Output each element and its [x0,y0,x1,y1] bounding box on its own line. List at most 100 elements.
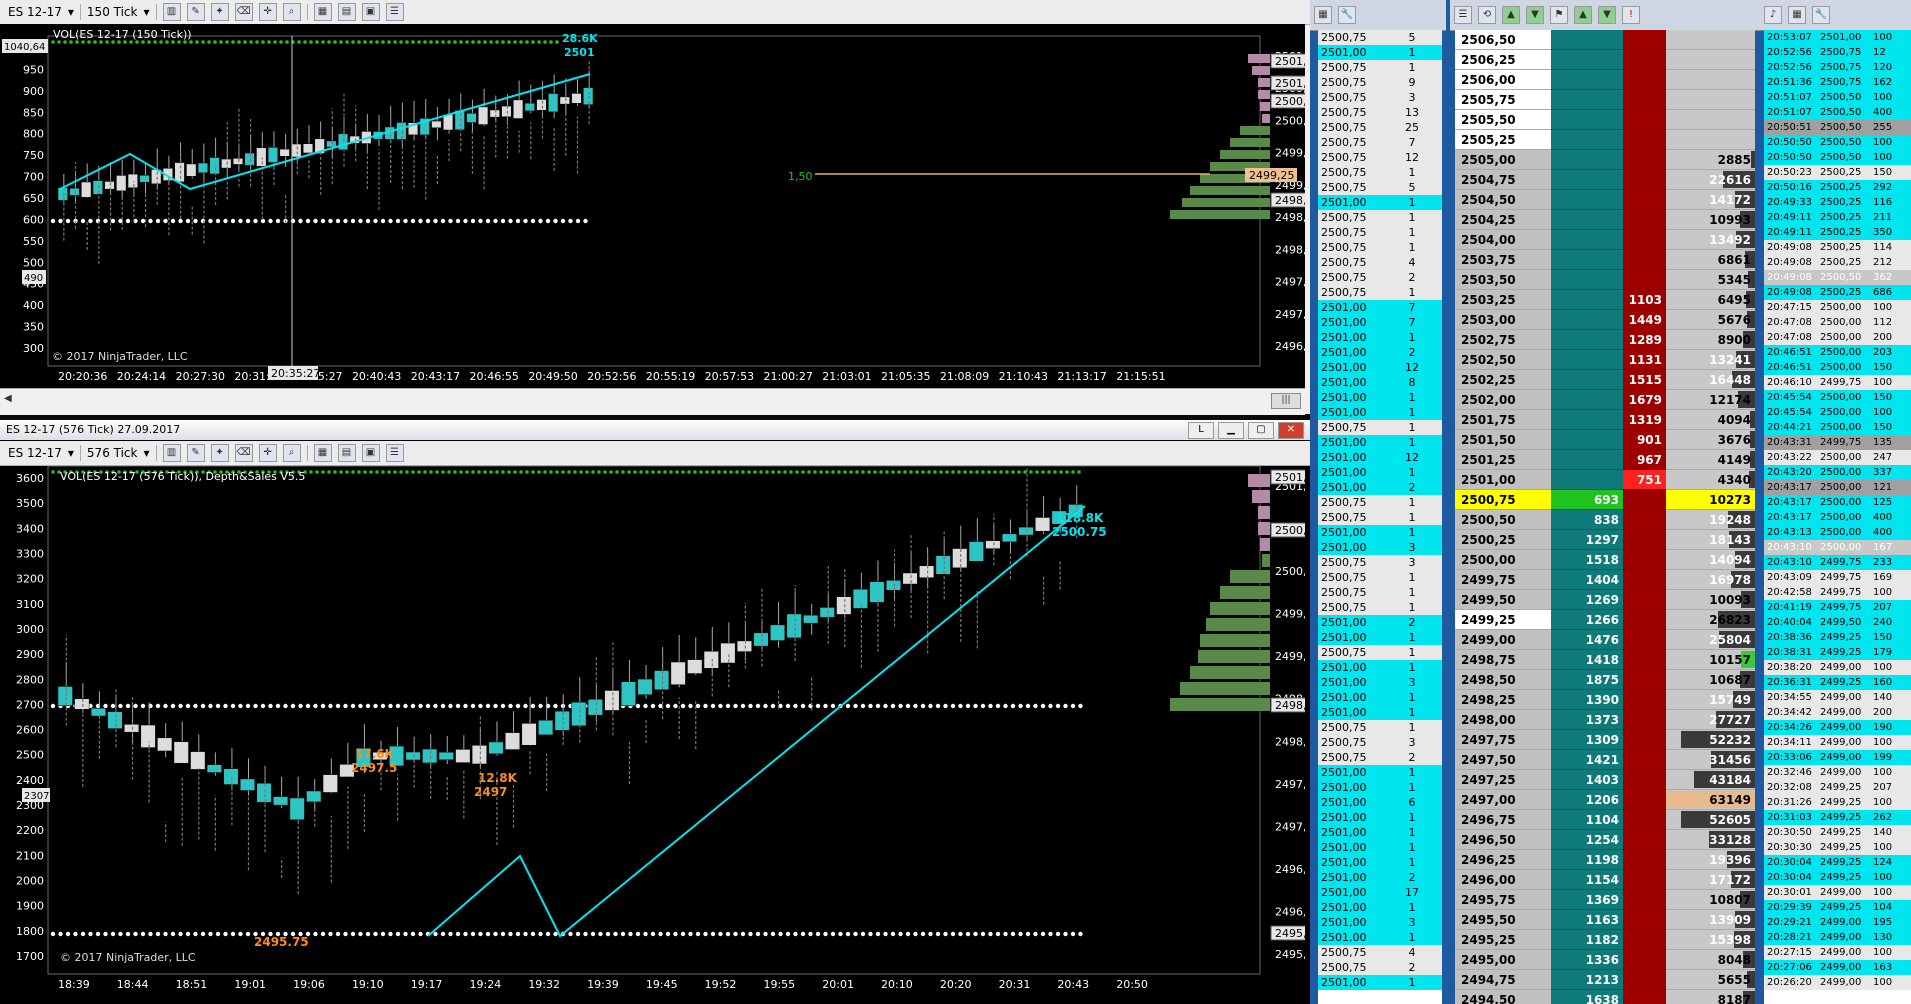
ladder-bid[interactable] [1551,230,1623,250]
ladder-price[interactable]: 2495,25 [1455,930,1551,950]
magic-wand-icon[interactable]: ✦ [210,3,229,21]
indicators-icon[interactable]: ▦ [313,444,332,462]
ladder-row[interactable]: 2503,50 5345 [1455,270,1755,290]
ladder-bid[interactable]: 1213 [1551,970,1623,990]
ladder-ask[interactable] [1623,630,1666,650]
buy-up-icon[interactable]: ▲ [1502,6,1520,24]
ladder-price[interactable]: 2498,50 [1455,670,1551,690]
ladder-bid[interactable] [1551,50,1623,70]
ladder-bid[interactable] [1551,350,1623,370]
bar-style-icon[interactable]: ▥ [162,3,181,21]
ladder-row[interactable]: 2499,00 1476 25804 [1455,630,1755,650]
ladder-row[interactable]: 2495,25 1182 15398 [1455,930,1755,950]
ladder-ask[interactable] [1623,990,1666,1004]
ladder-row[interactable]: 2494,50 1638 8187 [1455,990,1755,1004]
ladder-row[interactable]: 2505,75 [1455,90,1755,110]
ladder-bid[interactable]: 1309 [1551,730,1623,750]
ladder-bid[interactable]: 838 [1551,510,1623,530]
ladder-row[interactable]: 2499,75 1404 16978 [1455,570,1755,590]
ladder-price[interactable]: 2503,00 [1455,310,1551,330]
ladder-ask[interactable] [1623,570,1666,590]
ladder-ask[interactable] [1623,970,1666,990]
alert-icon[interactable]: ! [1622,6,1640,24]
ladder-price[interactable]: 2497,25 [1455,770,1551,790]
ladder-bid[interactable]: 1418 [1551,650,1623,670]
ladder-bid[interactable]: 1336 [1551,950,1623,970]
ladder-price[interactable]: 2504,00 [1455,230,1551,250]
ladder-price[interactable]: 2501,25 [1455,450,1551,470]
ladder-ask[interactable] [1623,730,1666,750]
ladder-ask[interactable] [1623,270,1666,290]
ladder-row[interactable]: 2506,00 [1455,70,1755,90]
scroll-thumb-icon[interactable]: ||| [1271,393,1301,409]
ladder-ask[interactable] [1623,650,1666,670]
ladder-ask[interactable] [1623,550,1666,570]
ladder-ask[interactable]: 1679 [1623,390,1666,410]
ladder-row[interactable]: 2504,25 10993 [1455,210,1755,230]
ladder-price[interactable]: 2494,50 [1455,990,1551,1004]
ladder-price[interactable]: 2499,25 [1455,610,1551,630]
ladder-bid[interactable] [1551,410,1623,430]
ladder-ask[interactable] [1623,670,1666,690]
ladder-ask[interactable] [1623,490,1666,510]
ladder-ask[interactable] [1623,30,1666,50]
ladder-bid[interactable]: 693 [1551,490,1623,510]
ladder-price[interactable]: 2502,25 [1455,370,1551,390]
ladder-bid[interactable] [1551,390,1623,410]
top-horizontal-scrollbar[interactable]: ◀ ||| [0,388,1305,415]
ladder-row[interactable]: 2498,50 1875 10687 [1455,670,1755,690]
ladder-ask[interactable] [1623,750,1666,770]
ladder-ask[interactable] [1623,250,1666,270]
ladder-bid[interactable]: 1206 [1551,790,1623,810]
instrument-select[interactable]: ES 12-17 [8,5,62,19]
ladder-row[interactable]: 2500,25 1297 18143 [1455,530,1755,550]
ladder-bid[interactable] [1551,90,1623,110]
center-ladder-icon[interactable]: ☰ [1454,6,1472,24]
ladder-row[interactable]: 2498,25 1390 15749 [1455,690,1755,710]
ladder-price[interactable]: 2496,00 [1455,870,1551,890]
flag-icon[interactable]: ⚑ [1550,6,1568,24]
ladder-row[interactable]: 2496,50 1254 33128 [1455,830,1755,850]
tas-right-list[interactable]: 20:53:07 2501,00 100 20:52:56 2500,75 12 20:52… [1764,30,1911,1004]
interval-select[interactable]: 576 Tick [87,446,138,460]
ladder-bid[interactable] [1551,210,1623,230]
properties-icon[interactable]: ☰ [385,444,404,462]
ladder-price[interactable]: 2495,75 [1455,890,1551,910]
ladder-price[interactable]: 2494,75 [1455,970,1551,990]
ladder-bid[interactable] [1551,110,1623,130]
ladder-price[interactable]: 2505,25 [1455,130,1551,150]
ladder-price[interactable]: 2506,00 [1455,70,1551,90]
ladder-bid[interactable]: 1254 [1551,830,1623,850]
instrument-select[interactable]: ES 12-17 [8,446,62,460]
zoom-icon[interactable]: ⌕ [282,444,301,462]
ladder-ask[interactable]: 751 [1623,470,1666,490]
ladder-bid[interactable] [1551,290,1623,310]
ladder-bid[interactable] [1551,70,1623,90]
ladder-price[interactable]: 2497,75 [1455,730,1551,750]
ladder-bid[interactable] [1551,430,1623,450]
eraser-icon[interactable]: ⌫ [234,3,253,21]
ladder-price[interactable]: 2501,00 [1455,470,1551,490]
scroll-left-icon[interactable]: ◀ [4,393,12,404]
ladder-row[interactable]: 2502,75 1289 8900 [1455,330,1755,350]
ladder-row[interactable]: 2497,75 1309 52232 [1455,730,1755,750]
columns-icon[interactable]: ▦ [1788,6,1806,24]
minimize-button[interactable]: ▁ [1218,422,1244,439]
ladder-ask[interactable] [1623,890,1666,910]
ladder-ask[interactable]: 1289 [1623,330,1666,350]
ladder-ask[interactable] [1623,810,1666,830]
ladder-ask[interactable] [1623,870,1666,890]
ladder-price[interactable]: 2495,00 [1455,950,1551,970]
wrench-icon[interactable]: 🔧 [1812,6,1830,24]
ladder-row[interactable]: 2496,75 1104 52605 [1455,810,1755,830]
ladder-bid[interactable]: 1404 [1551,570,1623,590]
ladder-ask[interactable] [1623,830,1666,850]
ladder-ask[interactable] [1623,710,1666,730]
ladder-price[interactable]: 2503,25 [1455,290,1551,310]
ladder-price[interactable]: 2506,50 [1455,30,1551,50]
ladder-row[interactable]: 2506,25 [1455,50,1755,70]
ladder-row[interactable]: 2504,50 14172 [1455,190,1755,210]
strategies-icon[interactable]: ▤ [337,3,356,21]
ladder-ask[interactable] [1623,90,1666,110]
draw-pencil-icon[interactable]: ✎ [186,444,205,462]
